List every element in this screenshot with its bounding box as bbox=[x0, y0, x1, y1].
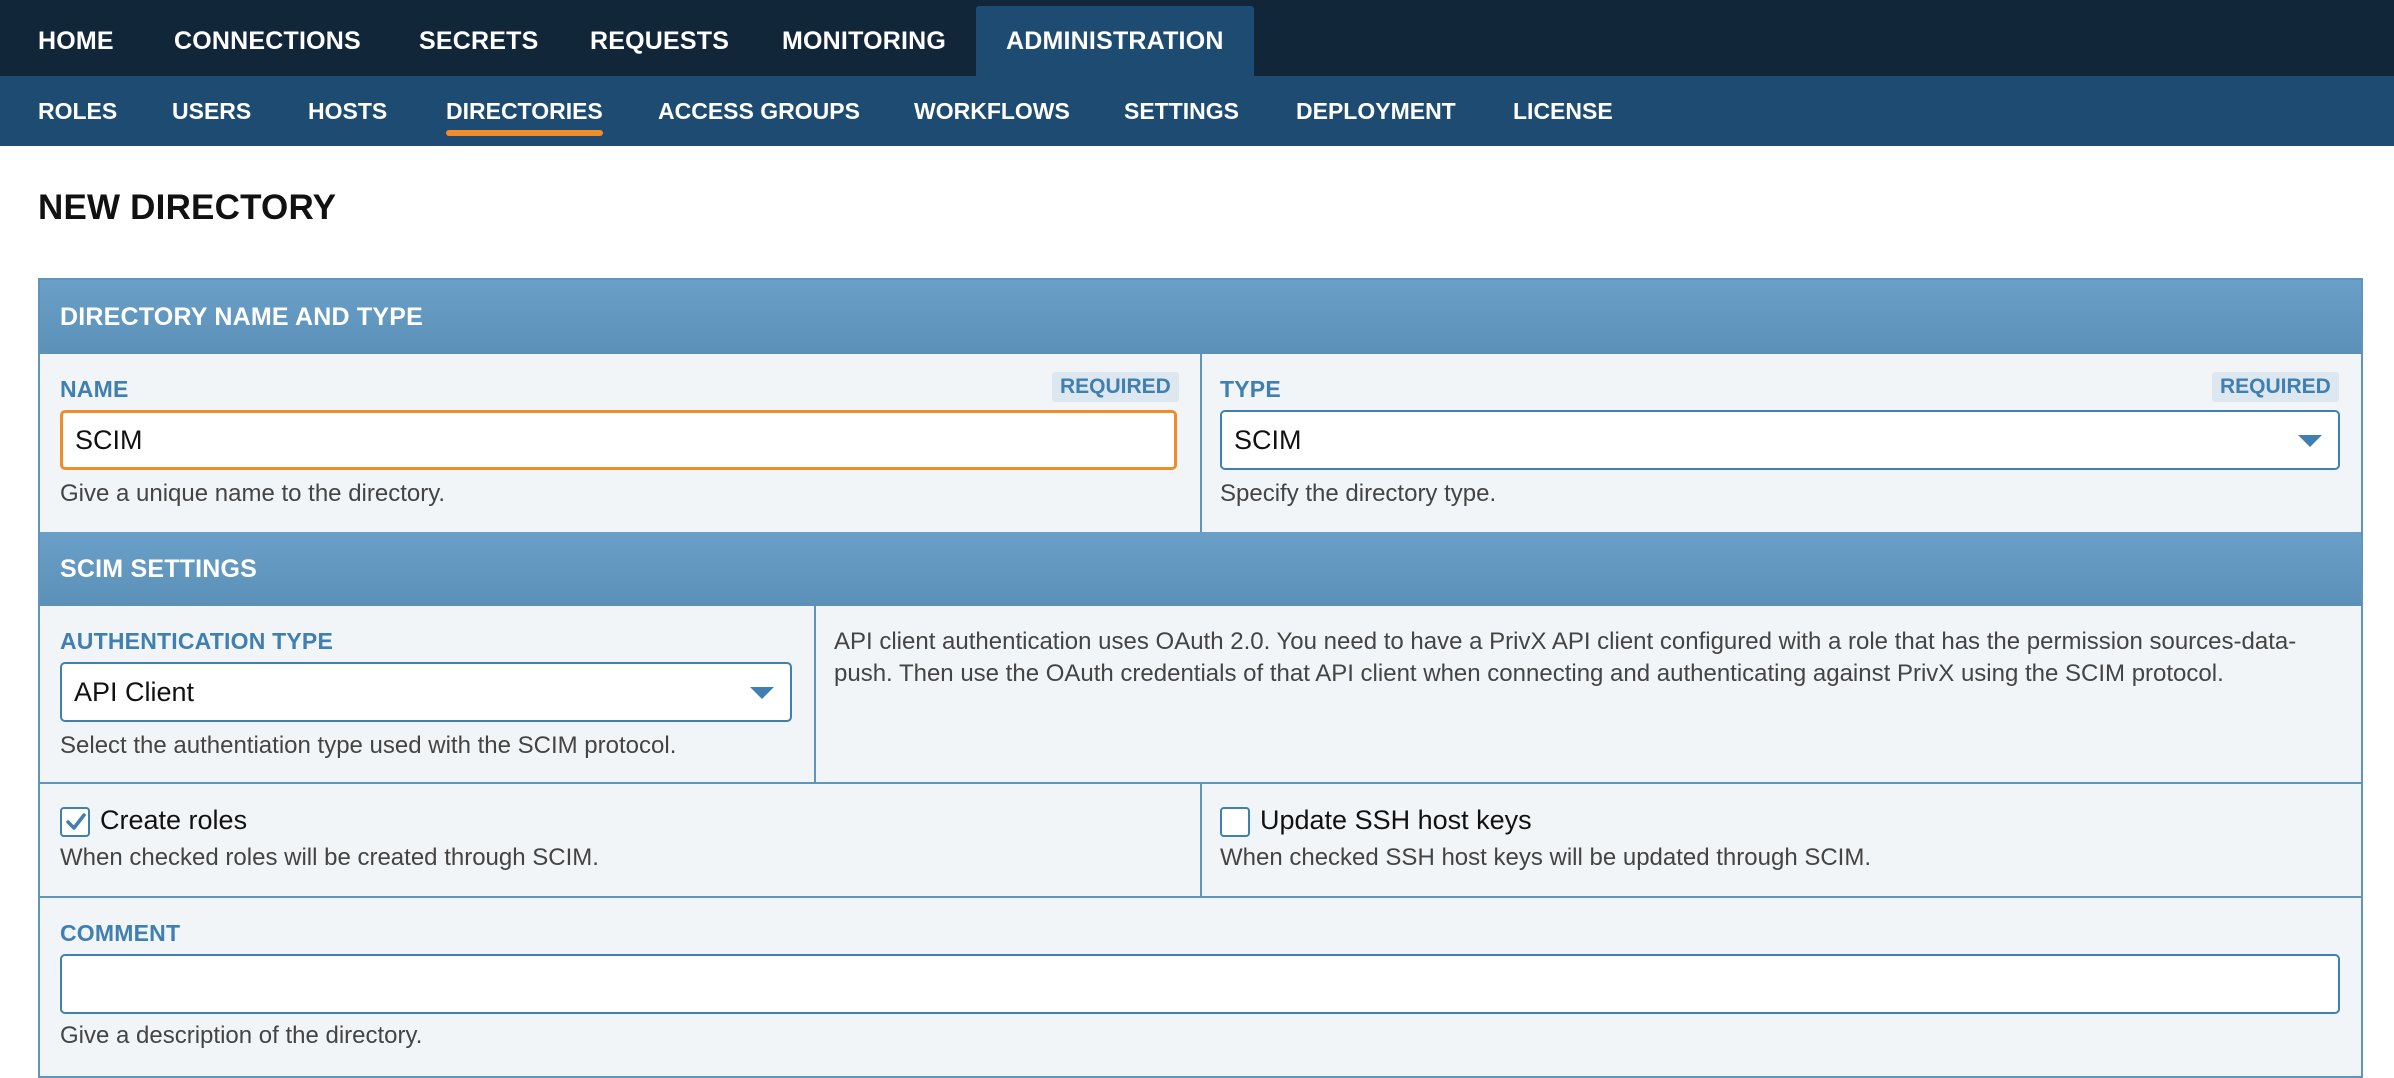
subnav-users[interactable]: USERS bbox=[172, 76, 251, 146]
subnav-access-groups[interactable]: ACCESS GROUPS bbox=[658, 76, 860, 146]
type-select[interactable]: SCIM bbox=[1220, 410, 2340, 470]
divider bbox=[1200, 354, 1202, 532]
auth-type-select[interactable]: API Client bbox=[60, 662, 792, 722]
type-label: TYPE bbox=[1220, 376, 1281, 402]
type-required-badge: REQUIRED bbox=[2212, 372, 2339, 402]
nav-administration[interactable]: ADMINISTRATION bbox=[976, 6, 1254, 76]
divider bbox=[814, 606, 816, 784]
update-ssh-host-keys-label[interactable]: Update SSH host keys bbox=[1260, 805, 1532, 836]
auth-type-select-value: API Client bbox=[74, 677, 195, 707]
page-title: NEW DIRECTORY bbox=[38, 188, 337, 227]
name-help: Give a unique name to the directory. bbox=[60, 480, 446, 507]
name-label: NAME bbox=[60, 376, 129, 402]
nav-requests[interactable]: REQUESTS bbox=[590, 0, 729, 76]
subnav-deployment[interactable]: DEPLOYMENT bbox=[1296, 76, 1456, 146]
auth-info-text: API client authentication uses OAuth 2.0… bbox=[834, 628, 2297, 687]
check-icon bbox=[66, 813, 86, 830]
chevron-down-icon bbox=[2298, 435, 2322, 447]
comment-input[interactable] bbox=[60, 954, 2340, 1014]
nav-connections[interactable]: CONNECTIONS bbox=[174, 0, 361, 76]
subnav-hosts[interactable]: HOSTS bbox=[308, 76, 387, 146]
subnav-workflows[interactable]: WORKFLOWS bbox=[914, 76, 1070, 146]
create-roles-label[interactable]: Create roles bbox=[100, 805, 247, 836]
top-navigation: HOME CONNECTIONS SECRETS REQUESTS MONITO… bbox=[0, 0, 2394, 76]
type-help: Specify the directory type. bbox=[1220, 480, 1497, 507]
name-required-badge: REQUIRED bbox=[1052, 372, 1179, 402]
comment-help: Give a description of the directory. bbox=[60, 1022, 423, 1049]
nav-secrets[interactable]: SECRETS bbox=[419, 0, 538, 76]
section-header-name-type: DIRECTORY NAME AND TYPE bbox=[40, 280, 2361, 354]
chevron-down-icon bbox=[750, 687, 774, 699]
update-ssh-host-keys-checkbox[interactable] bbox=[1220, 807, 1250, 837]
create-roles-checkbox[interactable] bbox=[60, 807, 90, 837]
sub-navigation: ROLES USERS HOSTS DIRECTORIES ACCESS GRO… bbox=[0, 76, 2394, 146]
row-divider bbox=[40, 896, 2361, 898]
nav-home[interactable]: HOME bbox=[38, 0, 114, 76]
subnav-license[interactable]: LICENSE bbox=[1513, 76, 1613, 146]
update-ssh-host-keys-help: When checked SSH host keys will be updat… bbox=[1220, 844, 1871, 871]
subnav-settings[interactable]: SETTINGS bbox=[1124, 76, 1239, 146]
divider bbox=[1200, 784, 1202, 898]
nav-monitoring[interactable]: MONITORING bbox=[782, 0, 946, 76]
subnav-roles[interactable]: ROLES bbox=[38, 76, 117, 146]
type-select-value: SCIM bbox=[1234, 425, 1302, 455]
name-input[interactable]: SCIM bbox=[60, 410, 1177, 470]
section-header-scim-settings: SCIM SETTINGS bbox=[40, 532, 2361, 606]
comment-label: COMMENT bbox=[60, 920, 181, 946]
subnav-directories[interactable]: DIRECTORIES bbox=[446, 76, 603, 146]
new-directory-form: DIRECTORY NAME AND TYPE NAME REQUIRED SC… bbox=[38, 278, 2363, 1078]
create-roles-help: When checked roles will be created throu… bbox=[60, 844, 599, 871]
auth-type-label: AUTHENTICATION TYPE bbox=[60, 628, 333, 654]
auth-type-help: Select the authentiation type used with … bbox=[60, 732, 677, 759]
